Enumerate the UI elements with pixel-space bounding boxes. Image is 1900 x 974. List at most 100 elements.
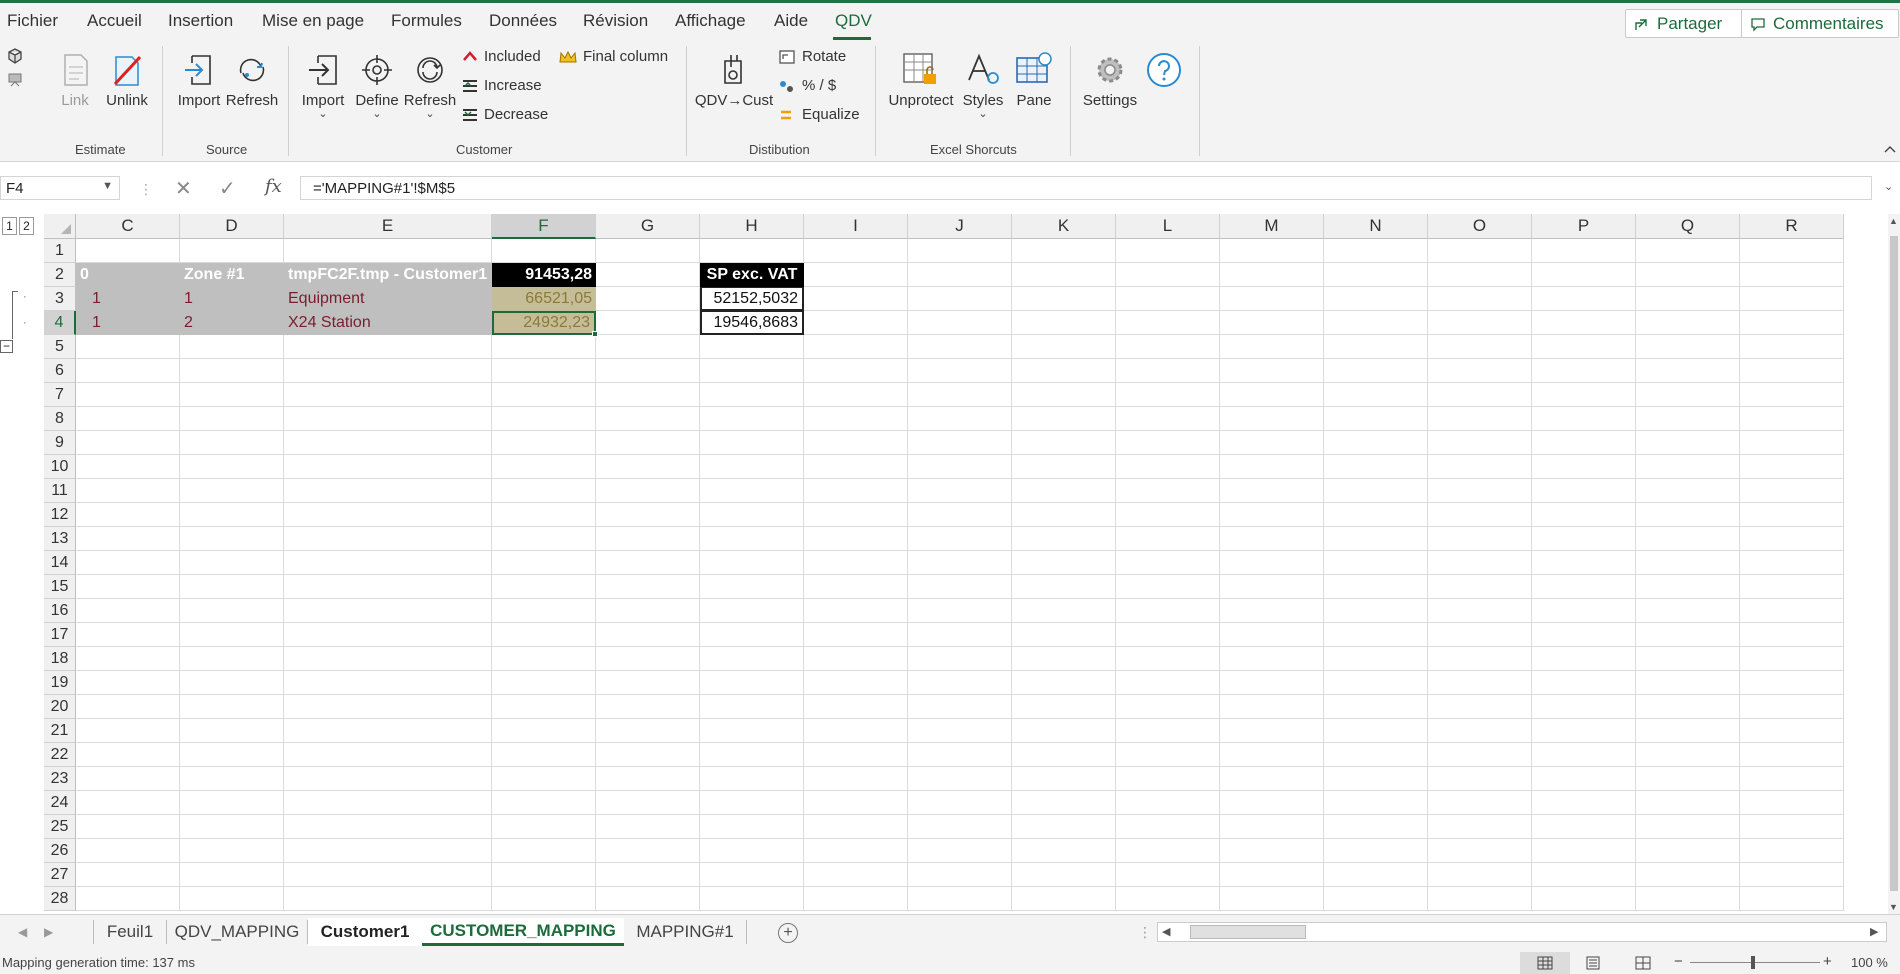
cell-e2[interactable]: tmpFC2F.tmp - Customer1	[284, 263, 492, 287]
vertical-scroll-thumb[interactable]	[1890, 236, 1898, 891]
next-sheet-icon[interactable]: ▶	[44, 925, 53, 939]
pane-button[interactable]: Pane	[1012, 48, 1056, 109]
vertical-scrollbar[interactable]: ▲ ▼	[1888, 214, 1900, 914]
select-all-corner[interactable]	[44, 214, 76, 239]
increase-button[interactable]: Increase	[462, 77, 542, 94]
zoom-out-button[interactable]: −	[1674, 953, 1683, 970]
cell-h4[interactable]: 19546,8683	[700, 311, 804, 335]
normal-view-button[interactable]	[1520, 952, 1570, 974]
cell-f4[interactable]: 24932,23	[492, 311, 596, 335]
customer-refresh-button[interactable]: Refresh ⌄	[404, 48, 456, 120]
chevron-down-icon[interactable]: ▼	[102, 180, 113, 192]
row-header-5[interactable]: 5	[44, 335, 76, 359]
row-header-19[interactable]: 19	[44, 671, 76, 695]
column-header-n[interactable]: N	[1324, 214, 1428, 239]
row-header-7[interactable]: 7	[44, 383, 76, 407]
formula-input[interactable]: ='MAPPING#1'!$M$5	[300, 176, 1872, 200]
included-button[interactable]: Included	[462, 48, 541, 65]
cell-e4[interactable]: X24 Station	[284, 311, 492, 335]
outline-level-2-button[interactable]: 2	[19, 217, 34, 235]
menu-mise-en-page[interactable]: Mise en page	[262, 11, 364, 31]
settings-button[interactable]: Settings	[1080, 48, 1140, 109]
row-header-26[interactable]: 26	[44, 839, 76, 863]
cell-c3[interactable]: 1	[76, 287, 180, 311]
name-box[interactable]: F4 ▼	[0, 176, 120, 200]
row-header-2[interactable]: 2	[44, 263, 76, 287]
equalize-button[interactable]: Equalize	[778, 106, 860, 123]
column-header-p[interactable]: P	[1532, 214, 1636, 239]
horizontal-scrollbar[interactable]: ◀ ▶	[1157, 922, 1887, 942]
column-header-c[interactable]: C	[76, 214, 180, 239]
styles-button[interactable]: Styles ⌄	[960, 48, 1006, 120]
comments-button[interactable]: Commentaires	[1741, 9, 1899, 38]
menu-revision[interactable]: Révision	[583, 11, 648, 31]
source-import-button[interactable]: Import	[176, 48, 222, 109]
row-header-13[interactable]: 13	[44, 527, 76, 551]
row-header-17[interactable]: 17	[44, 623, 76, 647]
row-header-28[interactable]: 28	[44, 887, 76, 911]
column-header-q[interactable]: Q	[1636, 214, 1740, 239]
zoom-in-button[interactable]: +	[1823, 953, 1832, 970]
scroll-right-icon[interactable]: ▶	[1870, 925, 1878, 938]
row-header-6[interactable]: 6	[44, 359, 76, 383]
row-header-3[interactable]: 3	[44, 287, 76, 311]
qdv-to-cust-button[interactable]: QDV→Cust	[695, 48, 773, 109]
cell-d2[interactable]: Zone #1	[180, 263, 284, 287]
menu-insertion[interactable]: Insertion	[168, 11, 233, 31]
more-options-icon[interactable]: ⋮	[139, 181, 153, 198]
column-header-g[interactable]: G	[596, 214, 700, 239]
define-button[interactable]: Define ⌄	[354, 48, 400, 120]
row-header-20[interactable]: 20	[44, 695, 76, 719]
cell-f2[interactable]: 91453,28	[492, 263, 596, 287]
rotate-button[interactable]: Rotate	[778, 48, 846, 65]
menu-qdv[interactable]: QDV	[835, 11, 872, 31]
row-header-10[interactable]: 10	[44, 455, 76, 479]
cube-icon[interactable]	[7, 48, 23, 64]
cell-c4[interactable]: 1	[76, 311, 180, 335]
help-button[interactable]	[1144, 48, 1184, 92]
cell-d3[interactable]: 1	[180, 287, 284, 311]
scroll-left-icon[interactable]: ◀	[1162, 925, 1170, 938]
row-header-12[interactable]: 12	[44, 503, 76, 527]
column-header-h[interactable]: H	[700, 214, 804, 239]
row-header-9[interactable]: 9	[44, 431, 76, 455]
decrease-button[interactable]: Decrease	[462, 106, 548, 123]
menu-accueil[interactable]: Accueil	[87, 11, 142, 31]
column-header-j[interactable]: J	[908, 214, 1012, 239]
page-layout-icon[interactable]	[1585, 956, 1601, 970]
screen-icon[interactable]	[7, 72, 23, 88]
column-header-l[interactable]: L	[1116, 214, 1220, 239]
final-column-button[interactable]: Final column	[559, 48, 668, 65]
cell-d4[interactable]: 2	[180, 311, 284, 335]
tab-customer-mapping[interactable]: CUSTOMER_MAPPING	[422, 918, 624, 946]
scroll-up-icon[interactable]: ▲	[1889, 216, 1898, 226]
menu-donnees[interactable]: Données	[489, 11, 557, 31]
cell-h3[interactable]: 52152,5032	[700, 287, 804, 311]
scroll-down-icon[interactable]: ▼	[1889, 902, 1898, 912]
menu-fichier[interactable]: Fichier	[7, 11, 58, 31]
tab-qdv-mapping[interactable]: QDV_MAPPING	[167, 918, 307, 946]
menu-formules[interactable]: Formules	[391, 11, 462, 31]
column-header-d[interactable]: D	[180, 214, 284, 239]
cell-h2[interactable]: SP exc. VAT	[700, 263, 804, 287]
column-header-m[interactable]: M	[1220, 214, 1324, 239]
row-header-15[interactable]: 15	[44, 575, 76, 599]
zoom-level[interactable]: 100 %	[1851, 955, 1888, 970]
row-header-4[interactable]: 4	[44, 311, 76, 335]
source-refresh-button[interactable]: Refresh	[226, 48, 278, 109]
zoom-slider-thumb[interactable]	[1751, 956, 1755, 969]
row-header-14[interactable]: 14	[44, 551, 76, 575]
row-header-23[interactable]: 23	[44, 767, 76, 791]
row-header-25[interactable]: 25	[44, 815, 76, 839]
column-header-r[interactable]: R	[1740, 214, 1844, 239]
column-header-i[interactable]: I	[804, 214, 908, 239]
menu-affichage[interactable]: Affichage	[675, 11, 746, 31]
outline-level-1-button[interactable]: 1	[2, 217, 17, 235]
row-header-16[interactable]: 16	[44, 599, 76, 623]
cell-c2[interactable]: 0	[76, 263, 180, 287]
share-button[interactable]: Partager	[1625, 9, 1743, 38]
row-header-27[interactable]: 27	[44, 863, 76, 887]
tab-splitter-icon[interactable]: ⋮	[1138, 924, 1152, 941]
cancel-icon[interactable]: ✕	[175, 176, 192, 201]
column-header-k[interactable]: K	[1012, 214, 1116, 239]
